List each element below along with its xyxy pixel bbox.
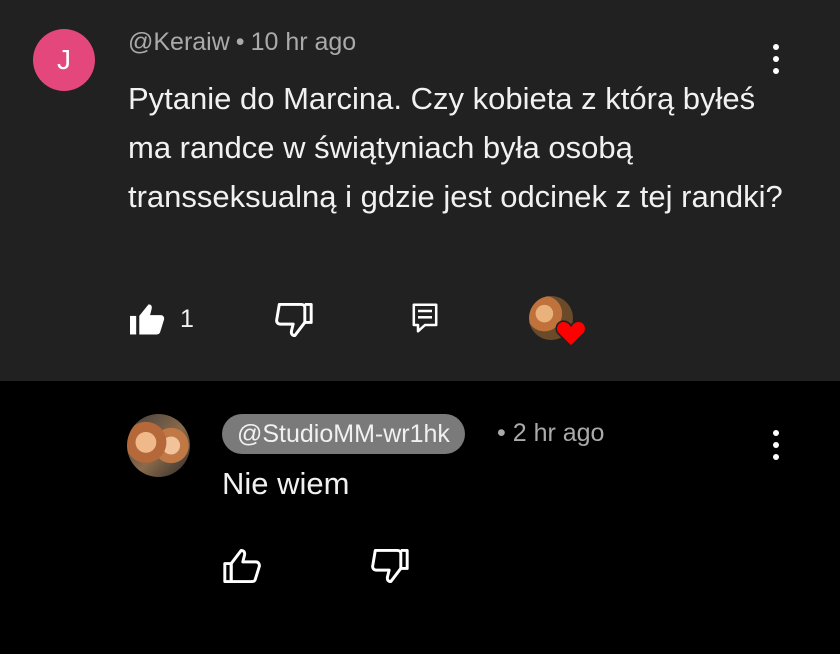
meta-separator: •	[235, 28, 245, 56]
like-button[interactable]	[222, 548, 262, 584]
comment-thread: J @Keraiw • 10 hr ago Pytanie do Marcina. …	[0, 0, 840, 381]
like-count: 1	[180, 304, 194, 333]
avatar[interactable]	[127, 414, 190, 477]
dislike-button[interactable]	[274, 302, 314, 338]
dislike-button[interactable]	[370, 548, 410, 584]
reply-text: Nie wiem	[222, 466, 350, 501]
comment-meta: @Keraiw • 10 hr ago	[128, 28, 356, 57]
creator-heart-badge	[529, 296, 587, 348]
reply-time[interactable]: 2 hr ago	[513, 419, 605, 447]
comment-text: Pytanie do Marcina. Czy kobieta z którą …	[128, 81, 783, 214]
comment-author[interactable]: @Keraiw	[128, 28, 230, 56]
thumb-down-icon	[371, 548, 409, 584]
reply-button[interactable]	[411, 302, 439, 334]
avatar[interactable]: J	[33, 29, 95, 91]
more-vert-icon[interactable]	[771, 44, 781, 74]
like-button[interactable]: 1	[128, 302, 194, 336]
creator-heart-icon	[555, 320, 587, 348]
reply-icon	[412, 303, 438, 333]
reply-author: @StudioMM-wr1hk	[237, 419, 450, 448]
thumb-down-icon	[275, 302, 313, 338]
reply-author-pill[interactable]: @StudioMM-wr1hk	[222, 414, 465, 454]
avatar-letter: J	[57, 44, 71, 75]
thumb-up-filled-icon	[130, 304, 165, 335]
thumb-up-icon	[223, 548, 261, 584]
meta-separator: •	[497, 419, 506, 447]
reply-meta: • 2 hr ago	[497, 419, 604, 448]
comment-time[interactable]: 10 hr ago	[251, 28, 357, 56]
more-vert-icon[interactable]	[771, 430, 781, 460]
